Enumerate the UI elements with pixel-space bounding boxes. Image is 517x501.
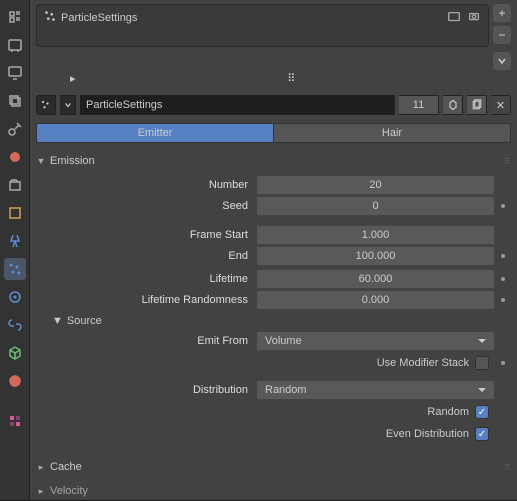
properties-tab-bar bbox=[0, 0, 30, 500]
frame-start-field[interactable]: 1.000 bbox=[256, 225, 495, 245]
mesh-data-icon[interactable] bbox=[4, 342, 26, 364]
lifetime-rand-value: 0.000 bbox=[362, 294, 390, 306]
source-panel-header[interactable]: ▼ Source bbox=[36, 311, 511, 331]
velocity-panel-title: Velocity bbox=[50, 485, 88, 497]
random-label: Random bbox=[427, 406, 469, 418]
particle-system-list[interactable]: ParticleSettings bbox=[36, 4, 489, 47]
particle-system-name[interactable]: ParticleSettings bbox=[61, 12, 137, 24]
number-field[interactable]: 20 bbox=[256, 175, 495, 195]
tab-hair-label: Hair bbox=[382, 127, 402, 139]
play-icon[interactable]: ▸ bbox=[70, 72, 76, 85]
output-icon[interactable] bbox=[4, 62, 26, 84]
lifetime-value: 60.000 bbox=[359, 273, 393, 285]
emit-from-value: Volume bbox=[265, 335, 302, 347]
source-panel-title: Source bbox=[67, 315, 102, 327]
datablock-users-count: 11 bbox=[413, 99, 424, 111]
cache-panel-header[interactable]: ▸ Cache ⠿ bbox=[36, 457, 511, 477]
viewlayer-icon[interactable] bbox=[4, 90, 26, 112]
seed-value: 0 bbox=[372, 200, 378, 212]
emission-panel-header[interactable]: ▼ Emission ⠿ bbox=[36, 151, 511, 171]
datablock-browse-button[interactable] bbox=[60, 95, 76, 115]
distribution-value: Random bbox=[265, 384, 307, 396]
frame-end-label: End bbox=[36, 250, 256, 262]
frame-start-value: 1.000 bbox=[362, 229, 390, 241]
particle-icon bbox=[43, 9, 57, 26]
panel-grip-icon[interactable]: ⠿ bbox=[504, 463, 511, 472]
collection-icon[interactable] bbox=[4, 174, 26, 196]
modifiers-icon[interactable] bbox=[4, 230, 26, 252]
render-toggle-icon[interactable] bbox=[466, 9, 482, 25]
seed-field[interactable]: 0 bbox=[256, 196, 495, 216]
datablock-users-button[interactable]: 11 bbox=[399, 95, 439, 115]
panel-grip-icon[interactable]: ⠿ bbox=[504, 157, 511, 166]
constraints-icon[interactable] bbox=[4, 314, 26, 336]
lifetime-label: Lifetime bbox=[36, 273, 256, 285]
world-icon[interactable] bbox=[4, 146, 26, 168]
viewport-toggle-icon[interactable] bbox=[446, 9, 462, 25]
chevron-right-icon: ▸ bbox=[36, 486, 46, 497]
material-icon[interactable] bbox=[4, 370, 26, 392]
cache-panel-title: Cache bbox=[50, 461, 82, 473]
even-dist-label: Even Distribution bbox=[386, 428, 469, 440]
animate-dot[interactable] bbox=[495, 204, 511, 208]
properties-editor: ParticleSettings + − ▸ ⠿ ParticleSetting… bbox=[30, 0, 517, 500]
use-modifier-label: Use Modifier Stack bbox=[377, 357, 469, 369]
tab-emitter[interactable]: Emitter bbox=[36, 123, 274, 143]
fake-user-button[interactable] bbox=[443, 95, 463, 115]
unlink-datablock-button[interactable]: ✕ bbox=[491, 95, 511, 115]
physics-icon[interactable] bbox=[4, 286, 26, 308]
random-checkbox[interactable] bbox=[475, 405, 489, 419]
tab-emitter-label: Emitter bbox=[138, 127, 173, 139]
tab-hair[interactable]: Hair bbox=[274, 123, 511, 143]
particle-type-tabs: Emitter Hair bbox=[30, 119, 517, 147]
animate-dot[interactable] bbox=[495, 361, 511, 365]
lifetime-field[interactable]: 60.000 bbox=[256, 269, 495, 289]
particles-icon[interactable] bbox=[4, 258, 26, 280]
datablock-type-icon bbox=[36, 95, 56, 115]
velocity-panel-header[interactable]: ▸ Velocity bbox=[36, 481, 511, 501]
animate-dot[interactable] bbox=[495, 277, 511, 281]
lifetime-rand-field[interactable]: 0.000 bbox=[256, 290, 495, 310]
particle-specials-menu[interactable] bbox=[493, 52, 511, 70]
chevron-down-icon: ▼ bbox=[36, 156, 46, 166]
number-label: Number bbox=[36, 179, 256, 191]
remove-particle-system-button[interactable]: − bbox=[493, 26, 511, 44]
list-grip-icon[interactable]: ⠿ bbox=[287, 72, 295, 85]
frame-start-label: Frame Start bbox=[36, 229, 256, 241]
emission-panel-title: Emission bbox=[50, 155, 95, 167]
new-datablock-button[interactable] bbox=[467, 95, 487, 115]
chevron-down-icon: ▼ bbox=[52, 315, 63, 327]
datablock-name-field[interactable]: ParticleSettings bbox=[80, 95, 395, 115]
animate-dot[interactable] bbox=[495, 254, 511, 258]
datablock-name-text: ParticleSettings bbox=[86, 99, 162, 111]
animate-dot[interactable] bbox=[495, 298, 511, 302]
datablock-selector: ParticleSettings 11 ✕ bbox=[30, 91, 517, 119]
distribution-dropdown[interactable]: Random bbox=[256, 380, 495, 400]
scene-icon[interactable] bbox=[4, 118, 26, 140]
number-value: 20 bbox=[369, 179, 381, 191]
tool-settings-icon[interactable] bbox=[4, 6, 26, 28]
add-particle-system-button[interactable]: + bbox=[493, 4, 511, 22]
frame-end-field[interactable]: 100.000 bbox=[256, 246, 495, 266]
use-modifier-checkbox[interactable] bbox=[475, 356, 489, 370]
chevron-right-icon: ▸ bbox=[36, 462, 46, 473]
even-dist-checkbox[interactable] bbox=[475, 427, 489, 441]
distribution-label: Distribution bbox=[36, 384, 256, 396]
lifetime-rand-label: Lifetime Randomness bbox=[36, 294, 256, 306]
texture-icon[interactable] bbox=[4, 410, 26, 432]
emit-from-label: Emit From bbox=[36, 335, 256, 347]
frame-end-value: 100.000 bbox=[356, 250, 396, 262]
object-icon[interactable] bbox=[4, 202, 26, 224]
emit-from-dropdown[interactable]: Volume bbox=[256, 331, 495, 351]
spacer bbox=[4, 398, 26, 404]
render-icon[interactable] bbox=[4, 34, 26, 56]
seed-label: Seed bbox=[36, 200, 256, 212]
